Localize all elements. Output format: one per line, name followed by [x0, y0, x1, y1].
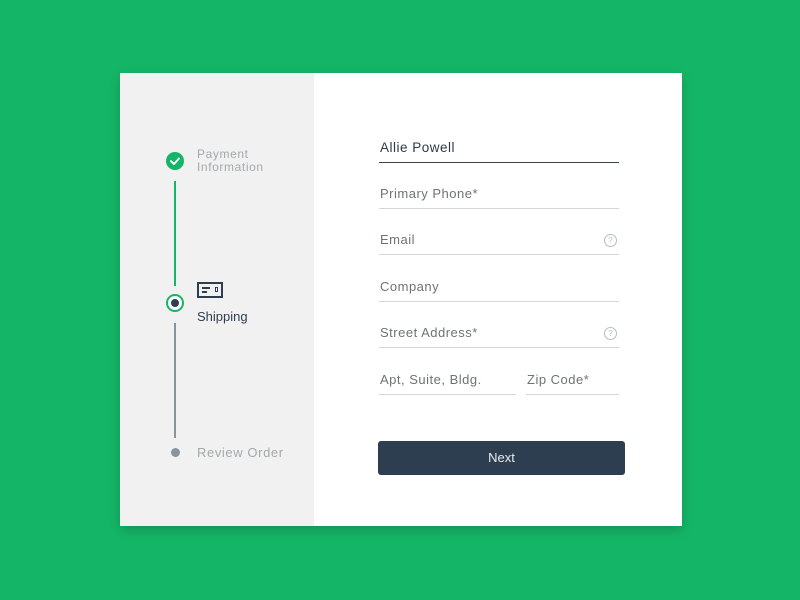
current-step-icon — [166, 294, 184, 312]
checkout-card: Payment Information Shipping Review Orde… — [120, 73, 682, 526]
progress-line-completed — [174, 181, 176, 286]
apt-suite-field[interactable]: Apt, Suite, Bldg. — [379, 364, 516, 395]
check-icon — [166, 152, 184, 170]
upcoming-step-dot — [171, 448, 180, 457]
shipping-envelope-icon — [197, 282, 223, 298]
step-review-label[interactable]: Review Order — [197, 446, 284, 459]
step-shipping-label[interactable]: Shipping — [197, 310, 248, 323]
shipping-form: Allie Powell Primary Phone* Email ? Comp… — [314, 73, 682, 526]
step-payment-label[interactable]: Payment Information — [197, 148, 264, 174]
street-address-field[interactable]: Street Address* ? — [379, 317, 619, 348]
progress-sidebar: Payment Information Shipping Review Orde… — [120, 73, 314, 526]
company-field[interactable]: Company — [379, 271, 619, 302]
help-icon[interactable]: ? — [604, 234, 617, 247]
help-icon[interactable]: ? — [604, 327, 617, 340]
progress-line-upcoming — [174, 323, 176, 438]
zip-code-field[interactable]: Zip Code* — [526, 364, 619, 395]
email-field[interactable]: Email ? — [379, 224, 619, 255]
next-button[interactable]: Next — [378, 441, 625, 475]
name-field[interactable]: Allie Powell — [379, 132, 619, 163]
primary-phone-field[interactable]: Primary Phone* — [379, 178, 619, 209]
